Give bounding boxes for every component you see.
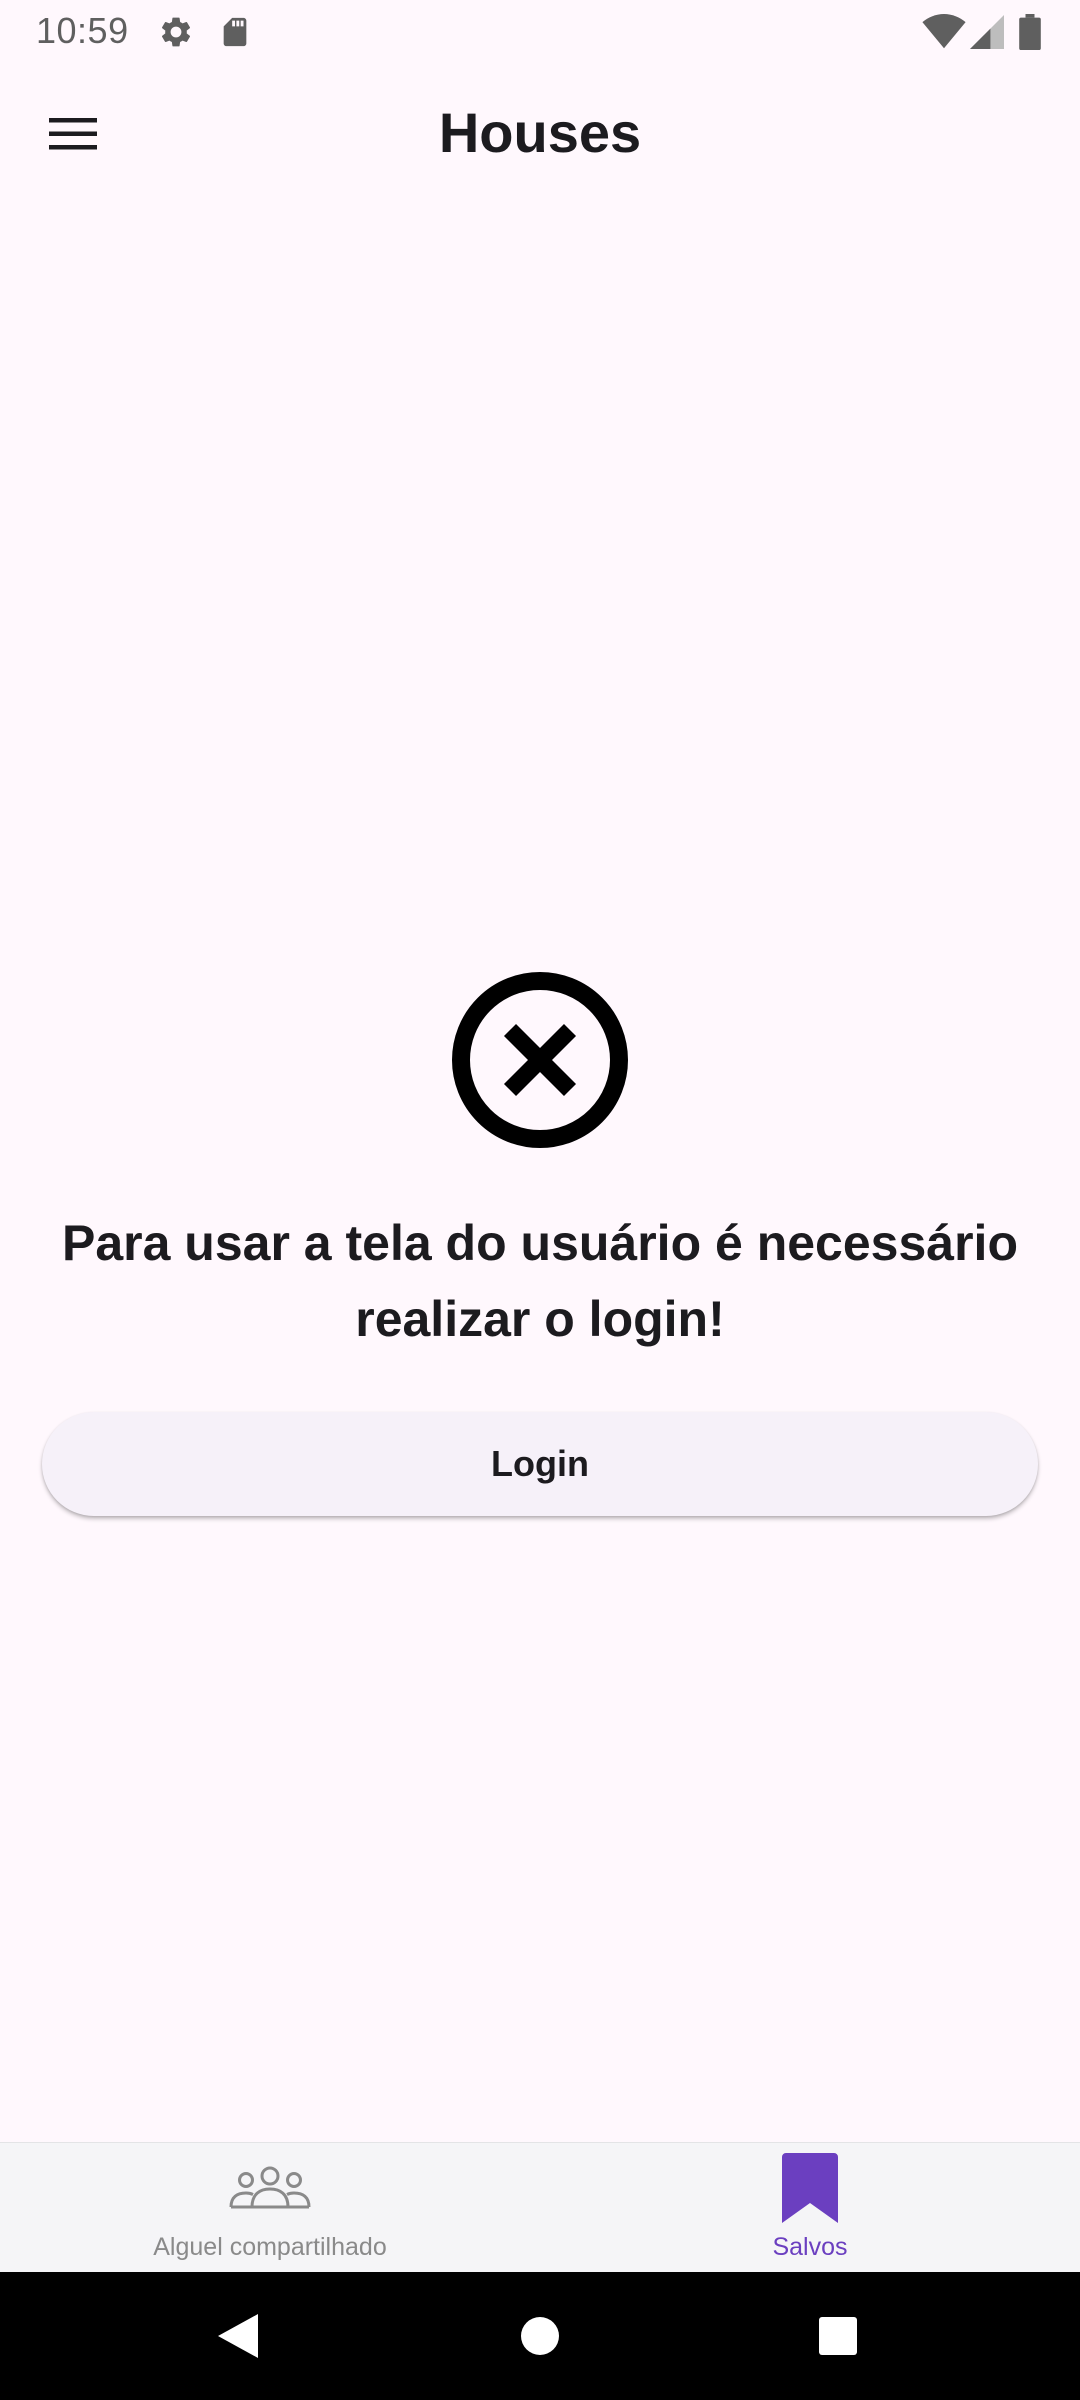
- page-title: Houses: [438, 101, 642, 164]
- status-bar: 10:59: [0, 0, 1080, 62]
- wifi-icon: [922, 14, 966, 55]
- back-button[interactable]: [198, 2296, 278, 2376]
- status-time: 10:59: [36, 10, 129, 51]
- recents-button[interactable]: [798, 2296, 878, 2376]
- settings-icon: [158, 14, 194, 55]
- recents-square-icon: [819, 2317, 857, 2355]
- login-required-message: Para usar a tela do usuário é necessário…: [61, 1215, 1018, 1347]
- system-navigation-bar: [0, 2272, 1080, 2400]
- bottom-navigation: Alguel compartilhado Salvos: [0, 2142, 1080, 2273]
- home-button[interactable]: [500, 2296, 580, 2376]
- nav-item-salvos[interactable]: Salvos: [540, 2143, 1080, 2273]
- group-icon: [229, 2166, 311, 2209]
- back-triangle-icon: [218, 2314, 258, 2358]
- nav-label-salvos: Salvos: [772, 2233, 848, 2261]
- nav-label-alguel-compartilhado: Alguel compartilhado: [153, 2233, 387, 2261]
- cell-signal-icon: [970, 14, 1004, 55]
- top-app-bar: Houses: [0, 62, 1080, 210]
- nav-item-alguel-compartilhado[interactable]: Alguel compartilhado: [0, 2143, 540, 2273]
- bookmark-icon: [782, 2153, 838, 2223]
- sd-card-icon: [218, 14, 252, 55]
- battery-icon: [1018, 14, 1042, 55]
- cancel-circle-icon: [452, 972, 628, 1148]
- home-circle-icon: [521, 2317, 559, 2355]
- login-button[interactable]: Login: [42, 1412, 1038, 1516]
- screen: 10:59 Houses Para usar a tela do usuário…: [0, 0, 1080, 2400]
